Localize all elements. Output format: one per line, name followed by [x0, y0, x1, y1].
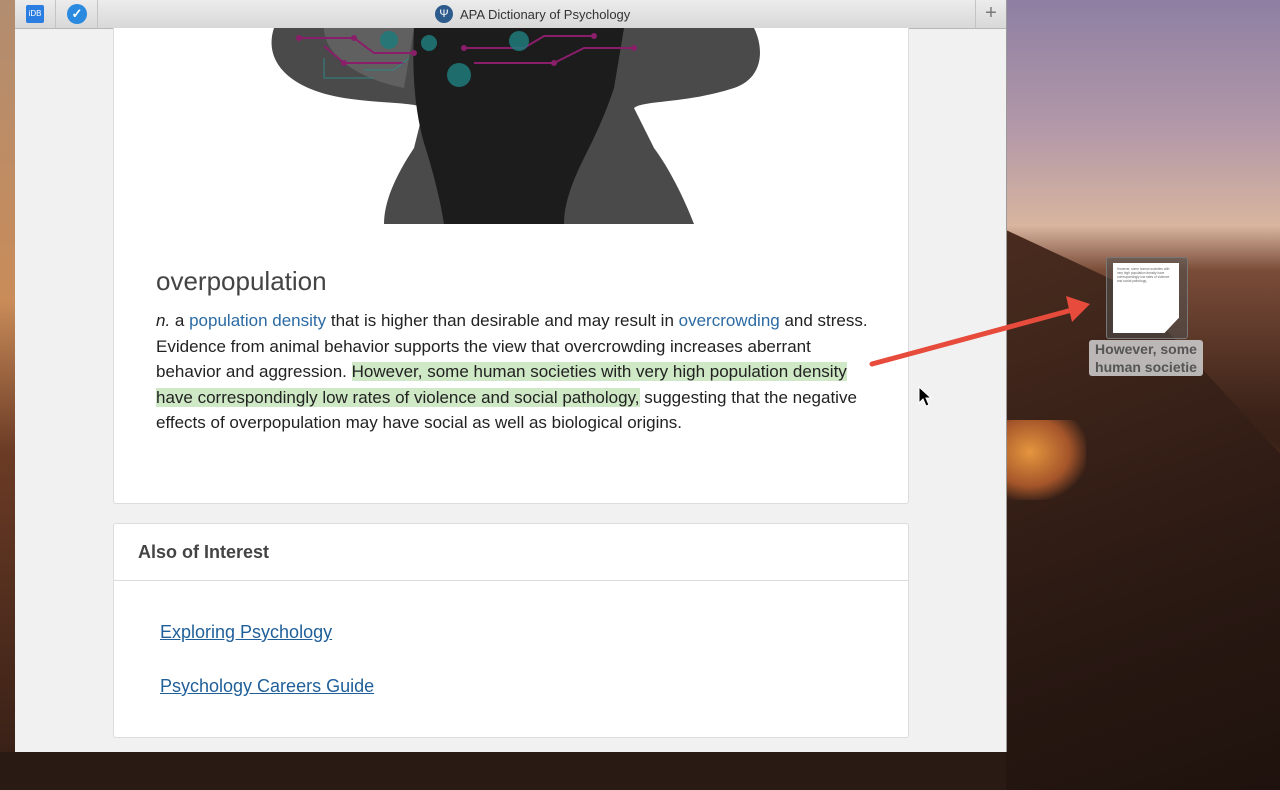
- hero-illustration: [264, 28, 764, 224]
- app-window: iDB ✓ Ψ APA Dictionary of Psychology + o…: [15, 0, 1007, 752]
- tab-separator: [97, 0, 98, 28]
- text-clipping-label[interactable]: However, some human societie: [1089, 340, 1203, 376]
- entry-definition[interactable]: n. a population density that is higher t…: [156, 308, 868, 436]
- entry-headword: overpopulation: [156, 266, 327, 296]
- window-title-text: APA Dictionary of Psychology: [460, 6, 631, 22]
- tab-separator: [55, 0, 56, 28]
- desktop-edge: [0, 0, 15, 752]
- apa-psi-logo-icon: Ψ: [435, 5, 453, 23]
- entry-card: overpopulation n. a population density t…: [113, 28, 909, 504]
- definition-text: a: [170, 311, 190, 330]
- link-overcrowding[interactable]: overcrowding: [679, 311, 780, 330]
- new-tab-button[interactable]: +: [975, 0, 1006, 28]
- definition-text: that is higher than desirable and may re…: [326, 311, 679, 330]
- link-psychology-careers-guide[interactable]: Psychology Careers Guide: [160, 676, 374, 697]
- clipping-document-preview: However, some human societies with very …: [1113, 263, 1179, 333]
- title-bar: iDB ✓ Ψ APA Dictionary of Psychology +: [15, 0, 1006, 29]
- idb-tab-icon[interactable]: iDB: [26, 5, 44, 23]
- link-population-density[interactable]: population density: [189, 311, 326, 330]
- desktop-dune-highlight: [1006, 420, 1086, 500]
- part-of-speech: n.: [156, 311, 171, 330]
- text-clipping-file-icon[interactable]: However, some human societies with very …: [1106, 257, 1188, 339]
- also-of-interest-card: Also of Interest Exploring Psychology Ps…: [113, 523, 909, 738]
- also-of-interest-title: Also of Interest: [138, 542, 270, 562]
- link-exploring-psychology[interactable]: Exploring Psychology: [160, 622, 332, 643]
- mouse-cursor-icon: [918, 386, 932, 407]
- window-title: Ψ APA Dictionary of Psychology: [435, 5, 630, 23]
- also-of-interest-header: Also of Interest: [114, 524, 908, 581]
- clipping-preview-text: However, some human societies with very …: [1117, 267, 1170, 283]
- checkmark-tab-icon[interactable]: ✓: [67, 4, 87, 24]
